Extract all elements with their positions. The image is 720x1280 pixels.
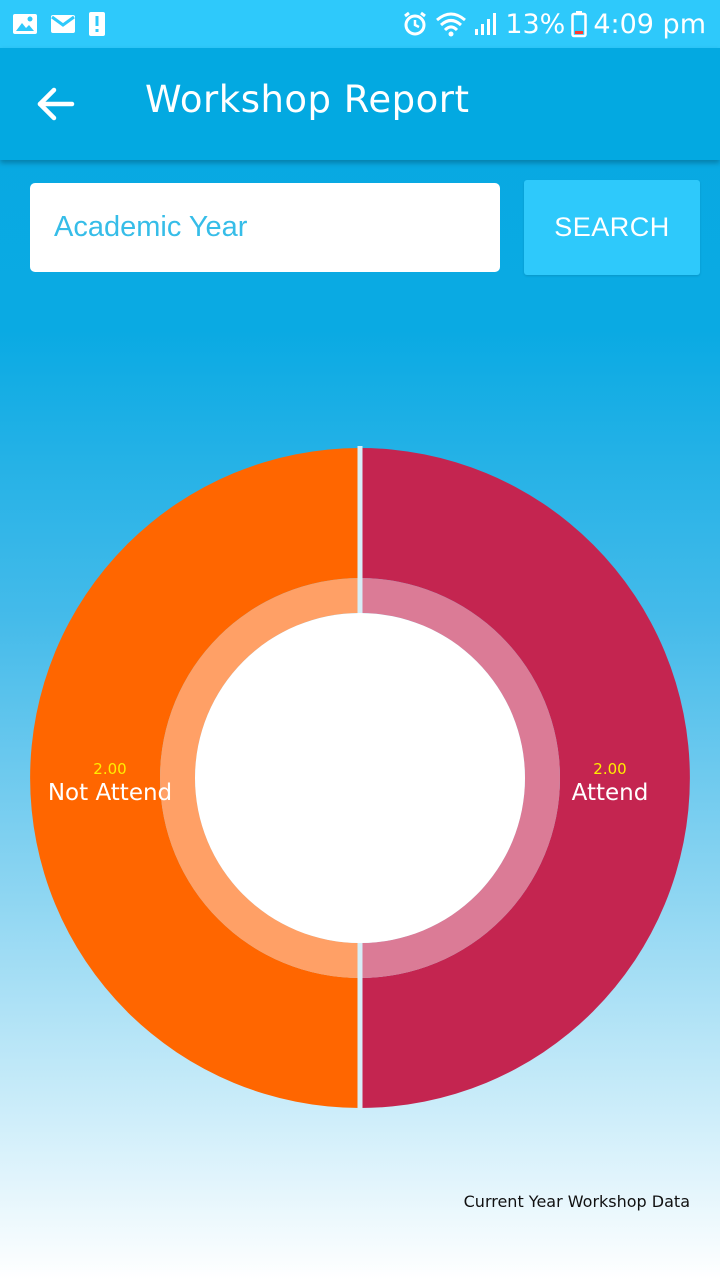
status-notifications xyxy=(12,10,106,38)
alert-icon xyxy=(88,11,106,37)
status-system: 13% 4:09 pm xyxy=(401,6,706,42)
slice-value-not-attend: 2.00 xyxy=(93,760,126,778)
chart-caption: Current Year Workshop Data xyxy=(463,1192,690,1211)
status-bar: 13% 4:09 pm xyxy=(0,0,720,48)
gmail-icon xyxy=(50,13,76,35)
slice-value-attend: 2.00 xyxy=(593,760,626,778)
slice-label-attend: Attend xyxy=(572,780,649,806)
academic-year-input[interactable] xyxy=(30,183,500,272)
workshop-donut-chart: 2.00 Attend 2.00 Not Attend xyxy=(0,420,720,1140)
signal-icon xyxy=(473,11,499,37)
alarm-icon xyxy=(401,10,429,38)
wifi-icon xyxy=(435,11,467,37)
arrow-left-icon xyxy=(37,87,75,121)
page-title: Workshop Report xyxy=(145,78,470,121)
back-button[interactable] xyxy=(34,82,78,126)
battery-icon xyxy=(571,10,588,38)
gallery-icon xyxy=(12,12,38,36)
search-button[interactable]: SEARCH xyxy=(524,180,700,275)
battery-percent: 13% xyxy=(505,8,566,40)
app-bar: Workshop Report xyxy=(0,48,720,160)
donut-center-hole xyxy=(195,613,525,943)
donut-chart-svg: 2.00 Attend 2.00 Not Attend xyxy=(30,446,690,1110)
slice-label-not-attend: Not Attend xyxy=(48,780,172,806)
clock-time: 4:09 pm xyxy=(593,8,706,40)
